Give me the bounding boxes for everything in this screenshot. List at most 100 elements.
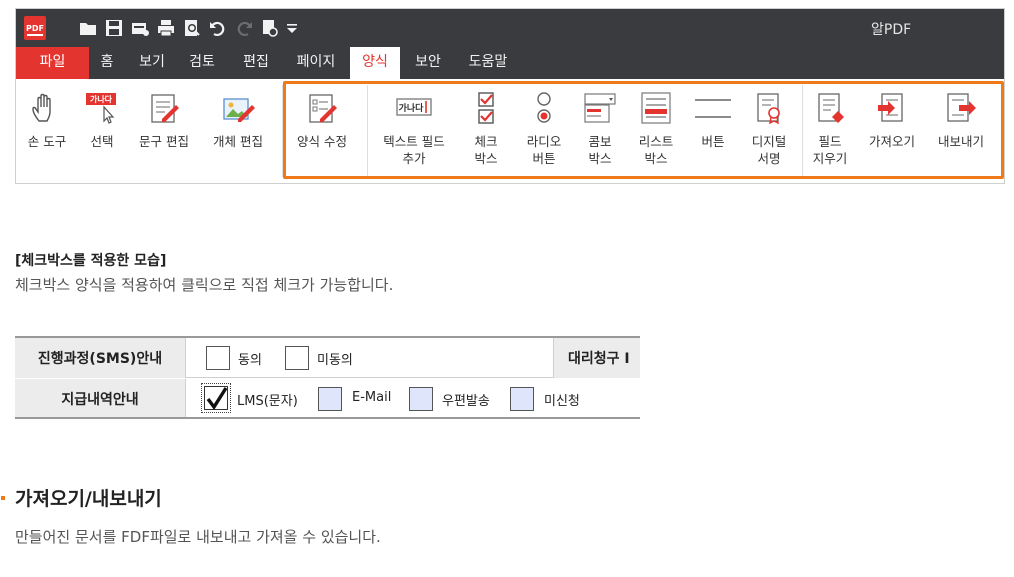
export-icon — [943, 91, 979, 125]
print-preview-icon[interactable] — [182, 18, 202, 38]
undo-icon[interactable] — [208, 18, 228, 38]
text-field-button[interactable]: 가나다 텍스트 필드 추가 — [371, 79, 457, 183]
lms-checkbox[interactable] — [201, 383, 231, 413]
edit-form-button[interactable]: 양식 수정 — [286, 79, 358, 183]
tab-review[interactable]: 검토 — [182, 47, 222, 79]
ribbon-tool-area: 손 도구 가나다 선택 문구 편집 개체 편집 양식 수정 가나다 텍스트 필드… — [16, 79, 1004, 183]
customize-dropdown-icon[interactable] — [282, 18, 302, 38]
postal-checkbox[interactable] — [409, 387, 433, 411]
lms-label: LMS(문자) — [237, 394, 298, 409]
app-logo-text: PDF — [26, 23, 44, 33]
tab-form[interactable]: 양식 — [350, 47, 400, 79]
disagree-checkbox[interactable] — [285, 346, 309, 370]
tab-file[interactable]: 파일 — [16, 47, 89, 79]
edit-text-button[interactable]: 문구 편집 — [128, 79, 200, 183]
clear-fields-label: 필드 지우기 — [812, 134, 848, 166]
tab-page[interactable]: 페이지 — [288, 47, 344, 79]
export-button[interactable]: 내보내기 — [928, 79, 994, 183]
tool-separator — [802, 85, 803, 177]
select-label: 선택 — [90, 134, 114, 149]
print-icon[interactable] — [156, 18, 176, 38]
sms-guide-header: 진행과정(SMS)안내 — [15, 338, 185, 378]
page-settings-icon[interactable] — [260, 18, 280, 38]
checkbox-button[interactable]: 체크 박스 — [462, 79, 510, 183]
lms-checkbox-box — [204, 386, 228, 410]
edit-text-icon — [146, 91, 182, 125]
email-label: E-Mail — [352, 390, 392, 405]
import-export-heading: 가져오기/내보내기 — [15, 488, 162, 510]
tab-view[interactable]: 보기 — [132, 47, 172, 79]
title-bar: PDF 알PDF — [16, 9, 1004, 47]
email-checkbox[interactable] — [318, 387, 342, 411]
agree-label: 동의 — [238, 353, 262, 368]
combo-box-icon — [582, 91, 618, 125]
combo-box-button[interactable]: 콤보 박스 — [576, 79, 624, 183]
hand-tool-button[interactable]: 손 도구 — [16, 79, 78, 183]
proxy-claim-header: 대리청구 I — [554, 338, 640, 378]
tool-separator — [367, 85, 368, 177]
agree-checkbox[interactable] — [206, 346, 230, 370]
radio-button-label: 라디오 버튼 — [526, 134, 562, 166]
section-bullet — [1, 496, 5, 500]
text-field-icon-text: 가나다 — [399, 102, 425, 114]
tab-edit[interactable]: 편집 — [232, 47, 280, 79]
combo-box-label: 콤보 박스 — [588, 134, 612, 166]
select-cursor-icon: 가나다 — [84, 91, 120, 125]
ribbon-tab-bar: 파일 홈 보기 검토 편집 페이지 양식 보안 도움말 — [16, 47, 1004, 79]
digital-signature-icon — [751, 91, 787, 125]
checkbox-section-heading: [체크박스를 적용한 모습] — [15, 253, 167, 269]
tab-help[interactable]: 도움말 — [460, 47, 516, 79]
redo-icon[interactable] — [234, 18, 254, 38]
tool-separator — [282, 85, 283, 177]
import-export-description: 만들어진 문서를 FDF파일로 내보내고 가져올 수 있습니다. — [15, 528, 381, 546]
form-example-table: 진행과정(SMS)안내 동의 미동의 대리청구 I 지급내역안내 LMS(문자)… — [15, 336, 640, 419]
save-icon[interactable] — [104, 18, 124, 38]
edit-text-label: 문구 편집 — [139, 134, 189, 149]
folder-icon[interactable] — [78, 18, 98, 38]
checkbox-icon — [468, 91, 504, 125]
edit-form-label: 양식 수정 — [297, 134, 347, 149]
list-box-icon — [638, 91, 674, 125]
select-icon-text: 가나다 — [90, 94, 113, 104]
disagree-label: 미동의 — [317, 353, 353, 368]
list-box-button[interactable]: 리스트 박스 — [630, 79, 682, 183]
list-box-label: 리스트 박스 — [638, 134, 674, 166]
hand-icon — [29, 91, 65, 125]
not-applied-label: 미신청 — [544, 394, 580, 409]
export-label: 내보내기 — [937, 134, 984, 149]
edit-object-icon — [220, 91, 256, 125]
radio-button-button[interactable]: 라디오 버튼 — [516, 79, 572, 183]
clear-fields-button[interactable]: 필드 지우기 — [806, 79, 854, 183]
radio-button-icon — [526, 91, 562, 125]
table-row: 진행과정(SMS)안내 동의 미동의 대리청구 I — [15, 338, 640, 378]
scan-icon[interactable] — [130, 18, 150, 38]
button-icon — [695, 91, 731, 125]
tab-security[interactable]: 보안 — [408, 47, 448, 79]
edit-form-icon — [304, 91, 340, 125]
postal-label: 우편발송 — [442, 394, 490, 409]
checkbox-label: 체크 박스 — [474, 134, 498, 166]
digital-signature-button[interactable]: 디지털 서명 — [744, 79, 794, 183]
ribbon: PDF 알PDF 파일 홈 보기 검토 편집 페이지 양식 보안 도움말 손 도… — [15, 8, 1005, 184]
digital-signature-label: 디지털 서명 — [751, 134, 787, 166]
hand-tool-label: 손 도구 — [27, 134, 67, 149]
checkmark-icon — [206, 387, 228, 410]
button-button[interactable]: 버튼 — [686, 79, 740, 183]
edit-object-label: 개체 편집 — [213, 134, 263, 149]
edit-object-button[interactable]: 개체 편집 — [202, 79, 274, 183]
text-field-label: 텍스트 필드 추가 — [383, 134, 445, 166]
table-row: 지급내역안내 LMS(문자) E-Mail 우편발송 미신청 — [15, 379, 640, 417]
tab-home[interactable]: 홈 — [92, 47, 122, 79]
button-label: 버튼 — [701, 134, 725, 149]
payment-guide-header: 지급내역안내 — [15, 379, 185, 417]
app-logo[interactable]: PDF — [24, 16, 46, 40]
select-button[interactable]: 가나다 선택 — [78, 79, 126, 183]
not-applied-checkbox[interactable] — [510, 387, 534, 411]
cell-divider — [185, 338, 186, 378]
import-button[interactable]: 가져오기 — [862, 79, 922, 183]
app-title: 알PDF — [871, 22, 912, 38]
import-label: 가져오기 — [868, 134, 915, 149]
clear-fields-icon — [812, 91, 848, 125]
import-icon — [874, 91, 910, 125]
text-field-icon: 가나다 — [396, 91, 432, 125]
